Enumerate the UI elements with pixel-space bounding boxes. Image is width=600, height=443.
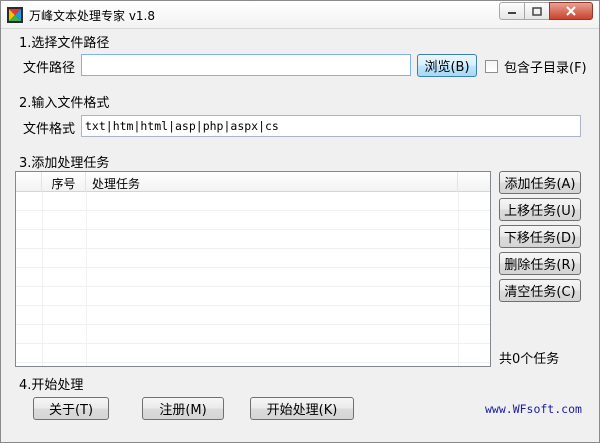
task-list[interactable]: 序号 处理任务 <box>15 171 491 367</box>
format-label: 文件格式 <box>23 122 76 137</box>
grid-line <box>16 267 490 268</box>
path-label: 文件路径 <box>23 61 76 76</box>
add-task-button[interactable]: 添加任务(A) <box>499 171 581 194</box>
app-icon <box>7 7 23 23</box>
grid-line <box>16 229 490 230</box>
column-header-task[interactable]: 处理任务 <box>86 172 458 192</box>
move-up-task-button[interactable]: 上移任务(U) <box>499 198 581 221</box>
path-input[interactable] <box>81 54 411 76</box>
grid-line <box>16 248 490 249</box>
clear-tasks-button[interactable]: 清空任务(C) <box>499 279 581 302</box>
move-down-task-button[interactable]: 下移任务(D) <box>499 225 581 248</box>
website-link[interactable]: www.WFsoft.com <box>485 402 582 416</box>
grid-line <box>16 305 490 306</box>
grid-line <box>42 192 43 366</box>
maximize-button[interactable] <box>524 2 550 20</box>
register-button[interactable]: 注册(M) <box>142 397 224 420</box>
close-icon <box>566 6 576 16</box>
task-list-header: 序号 处理任务 <box>16 172 490 192</box>
delete-task-button[interactable]: 删除任务(R) <box>499 252 581 275</box>
checkbox-box[interactable] <box>485 60 498 73</box>
about-button[interactable]: 关于(T) <box>33 397 109 420</box>
format-input[interactable]: txt|htm|html|asp|php|aspx|cs <box>81 115 581 137</box>
grid-line <box>16 324 490 325</box>
grid-line <box>16 343 490 344</box>
minimize-icon <box>508 12 516 14</box>
close-button[interactable] <box>549 2 593 20</box>
minimize-button[interactable] <box>499 2 525 20</box>
title-bar[interactable]: 万峰文本处理专家 v1.8 <box>1 1 599 29</box>
start-processing-button[interactable]: 开始处理(K) <box>250 397 354 420</box>
include-subdirs-checkbox[interactable]: 包含子目录(F) <box>485 57 587 76</box>
include-subdirs-label: 包含子目录(F) <box>504 61 587 76</box>
browse-button[interactable]: 浏览(B) <box>417 54 477 77</box>
section2-heading: 2.输入文件格式 <box>19 96 110 111</box>
app-window: 万峰文本处理专家 v1.8 1.选择文件路径 文件路径 浏览(B) 包含子目录(… <box>0 0 600 443</box>
column-header-filler <box>458 172 490 192</box>
grid-line <box>16 286 490 287</box>
column-header-blank[interactable] <box>16 172 42 192</box>
grid-line <box>16 362 490 363</box>
grid-line <box>458 192 459 366</box>
window-title: 万峰文本处理专家 v1.8 <box>29 9 156 23</box>
section1-heading: 1.选择文件路径 <box>19 36 110 51</box>
column-header-index[interactable]: 序号 <box>42 172 86 192</box>
window-controls <box>499 2 593 22</box>
maximize-icon <box>532 6 542 16</box>
task-count-label: 共0个任务 <box>499 352 560 367</box>
grid-line <box>86 192 87 366</box>
section3-heading: 3.添加处理任务 <box>19 156 110 171</box>
section4-heading: 4.开始处理 <box>19 378 84 393</box>
grid-line <box>16 210 490 211</box>
